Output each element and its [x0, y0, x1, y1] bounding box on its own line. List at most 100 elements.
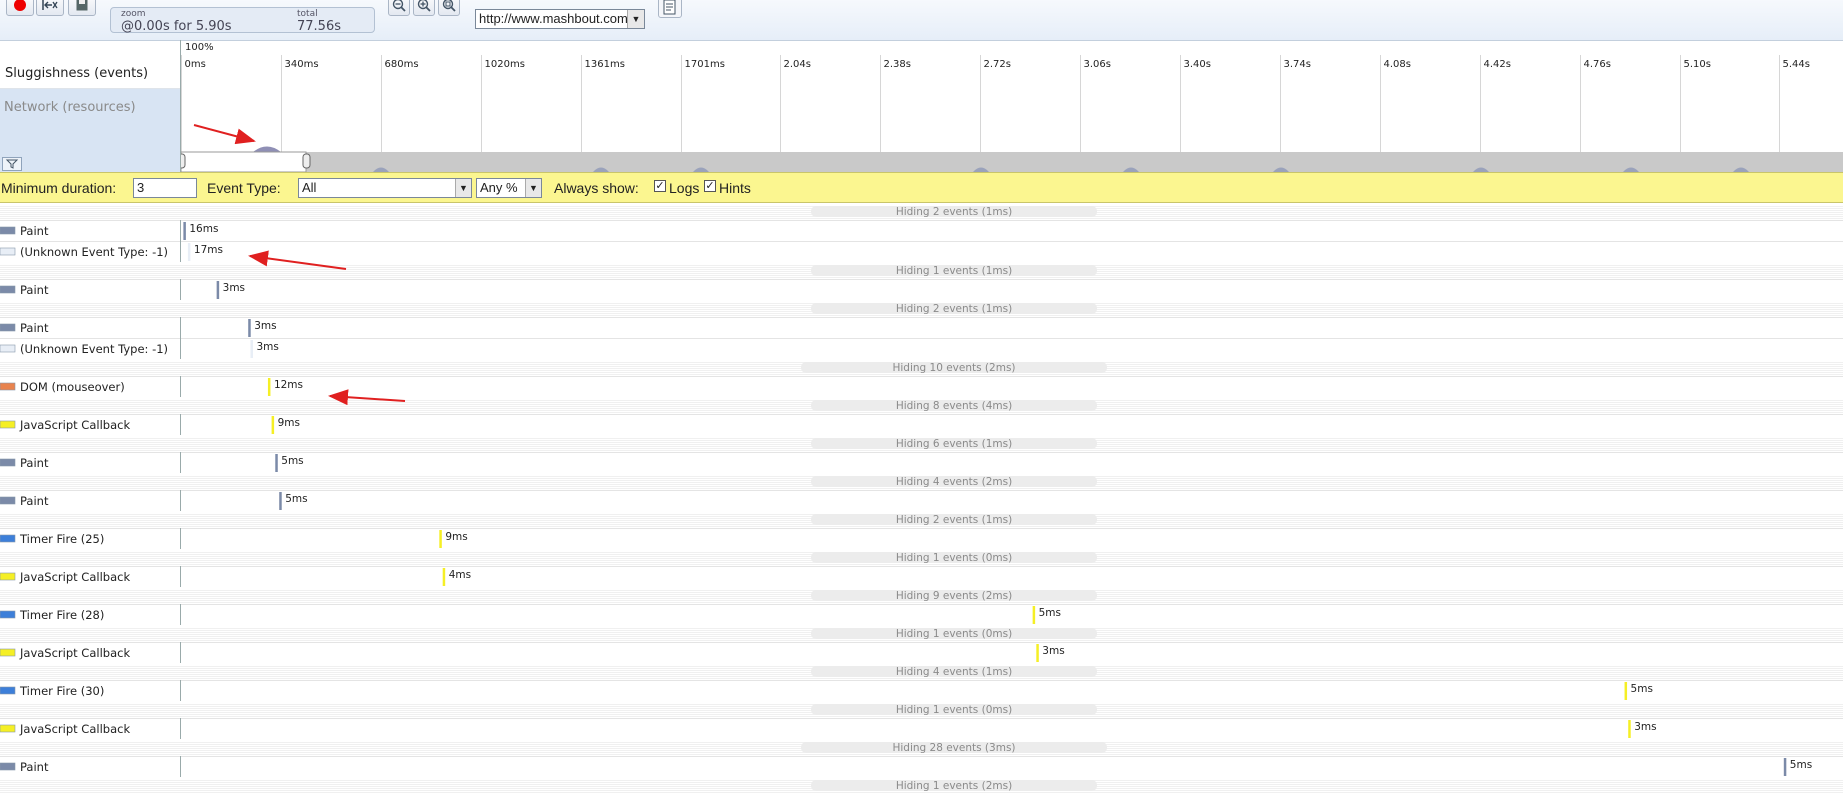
event-type-swatch: [0, 572, 16, 581]
chevron-down-icon[interactable]: ▼: [627, 10, 644, 28]
event-duration-text: 5ms: [285, 493, 307, 505]
event-row[interactable]: Timer Fire (28) 5ms: [0, 604, 1843, 625]
event-duration-bar[interactable]: [439, 530, 442, 548]
event-row[interactable]: JavaScript Callback 3ms: [0, 718, 1843, 739]
hidden-events-row[interactable]: Hiding 1 events (0ms): [0, 701, 1843, 718]
event-type-swatch: [0, 285, 16, 294]
event-duration-bar[interactable]: [183, 222, 186, 240]
hidden-events-text: Hiding 8 events (4ms): [896, 400, 1012, 412]
export-button[interactable]: [658, 0, 682, 18]
event-duration-text: 9ms: [278, 417, 300, 429]
event-duration-bar[interactable]: [1036, 644, 1039, 662]
hidden-events-text: Hiding 10 events (2ms): [892, 362, 1015, 374]
event-duration-bar[interactable]: [271, 416, 275, 434]
hidden-events-row[interactable]: Hiding 1 events (2ms): [0, 777, 1843, 794]
event-duration-bar[interactable]: [216, 281, 220, 299]
tick-label: 4.76s: [1584, 59, 1611, 70]
zoom-in-icon: [417, 0, 431, 12]
event-row[interactable]: JavaScript Callback 3ms: [0, 642, 1843, 663]
range-handle-right[interactable]: [302, 153, 311, 169]
overview-timeline[interactable]: 100% 0ms 340ms 680ms 1020ms 1361ms 1701ms 2.04…: [180, 40, 1843, 172]
event-duration-bar[interactable]: [250, 340, 253, 358]
event-duration-bar[interactable]: [1783, 758, 1787, 776]
event-row[interactable]: JavaScript Callback 4ms: [0, 566, 1843, 587]
event-duration-text: 17ms: [194, 244, 223, 256]
event-duration-bar[interactable]: [1624, 682, 1628, 700]
event-row[interactable]: JavaScript Callback 9ms: [0, 414, 1843, 435]
network-label: Network (resources): [4, 100, 136, 115]
zoom-in-button[interactable]: [413, 0, 435, 16]
hidden-events-row[interactable]: Hiding 8 events (4ms): [0, 397, 1843, 414]
hidden-events-row[interactable]: Hiding 9 events (2ms): [0, 587, 1843, 604]
hidden-events-row[interactable]: Hiding 1 events (0ms): [0, 625, 1843, 642]
url-select[interactable]: http://www.mashbout.com/ ▼: [475, 9, 645, 29]
event-duration-bar[interactable]: [279, 492, 282, 510]
hidden-events-row[interactable]: Hiding 2 events (1ms): [0, 300, 1843, 317]
event-row[interactable]: Paint 5ms: [0, 452, 1843, 473]
record-button[interactable]: [6, 0, 34, 16]
percent-select[interactable]: Any % ▼: [476, 178, 542, 198]
percent-label: 100%: [185, 42, 214, 53]
event-duration-text: 5ms: [1790, 759, 1812, 771]
event-duration-bar[interactable]: [275, 454, 278, 472]
event-row-bg: [0, 414, 1843, 435]
hidden-events-row[interactable]: Hiding 28 events (3ms): [0, 739, 1843, 756]
range-selection[interactable]: [181, 151, 307, 172]
min-duration-label: Minimum duration:: [1, 180, 117, 196]
event-row[interactable]: Paint 3ms: [0, 279, 1843, 300]
hidden-events-row[interactable]: Hiding 2 events (1ms): [0, 203, 1843, 220]
clear-button[interactable]: [36, 0, 64, 16]
hidden-events-row[interactable]: Hiding 2 events (1ms): [0, 511, 1843, 528]
event-row[interactable]: DOM (mouseover) 12ms: [0, 376, 1843, 397]
event-type-value: All: [302, 180, 317, 195]
hidden-events-row[interactable]: Hiding 4 events (2ms): [0, 473, 1843, 490]
zoom-fit-button[interactable]: [438, 0, 460, 16]
event-row-bg: [0, 680, 1843, 701]
event-type-swatch: [0, 724, 16, 733]
event-duration-bar[interactable]: [1628, 720, 1631, 738]
hidden-events-row[interactable]: Hiding 1 events (1ms): [0, 262, 1843, 279]
overview-chart[interactable]: 0ms 340ms 680ms 1020ms 1361ms 1701ms 2.04s 2.38…: [181, 55, 1843, 172]
record-icon: [14, 0, 26, 11]
event-row[interactable]: Paint 5ms: [0, 756, 1843, 777]
logs-checkbox[interactable]: ✓: [654, 180, 666, 192]
save-button[interactable]: [68, 0, 96, 16]
event-row[interactable]: Paint 3ms: [0, 317, 1843, 338]
event-row[interactable]: Timer Fire (25) 9ms: [0, 528, 1843, 549]
event-row-bg: [0, 241, 1843, 262]
zoom-out-button[interactable]: [388, 0, 410, 16]
event-type-select[interactable]: All ▼: [298, 178, 472, 198]
range-strip[interactable]: [181, 152, 1843, 172]
hidden-events-row[interactable]: Hiding 4 events (1ms): [0, 663, 1843, 680]
event-label: Paint: [20, 224, 49, 238]
event-row[interactable]: Paint 16ms: [0, 220, 1843, 241]
event-row-bg: [0, 528, 1843, 549]
hidden-events-row[interactable]: Hiding 6 events (1ms): [0, 435, 1843, 452]
event-label: Paint: [20, 456, 49, 470]
chevron-down-icon[interactable]: ▼: [525, 179, 541, 197]
event-duration-bar[interactable]: [187, 243, 191, 261]
event-duration-bar[interactable]: [267, 378, 271, 396]
tick-label: 4.08s: [1384, 59, 1411, 70]
event-duration-bar[interactable]: [1032, 606, 1036, 624]
event-row[interactable]: (Unknown Event Type: -1) 3ms: [0, 338, 1843, 359]
range-handle-left[interactable]: [181, 153, 186, 169]
filter-button[interactable]: [2, 157, 22, 171]
event-duration-text: 4ms: [449, 569, 471, 581]
event-row[interactable]: Timer Fire (30) 5ms: [0, 680, 1843, 701]
event-duration-text: 3ms: [223, 282, 245, 294]
event-label: Paint: [20, 283, 49, 297]
hints-checkbox[interactable]: ✓: [704, 180, 716, 192]
event-label: JavaScript Callback: [19, 646, 130, 660]
hidden-events-row[interactable]: Hiding 10 events (2ms): [0, 359, 1843, 376]
event-row[interactable]: (Unknown Event Type: -1) 17ms: [0, 241, 1843, 262]
event-row[interactable]: Paint 5ms: [0, 490, 1843, 511]
chevron-down-icon[interactable]: ▼: [455, 179, 471, 197]
event-duration-bar[interactable]: [248, 319, 251, 337]
tick-label: 1020ms: [485, 59, 525, 70]
tick-label: 4.42s: [1484, 59, 1511, 70]
total-label: total: [297, 9, 318, 19]
event-duration-bar[interactable]: [442, 568, 446, 586]
min-duration-input[interactable]: 3: [133, 178, 197, 198]
hidden-events-row[interactable]: Hiding 1 events (0ms): [0, 549, 1843, 566]
